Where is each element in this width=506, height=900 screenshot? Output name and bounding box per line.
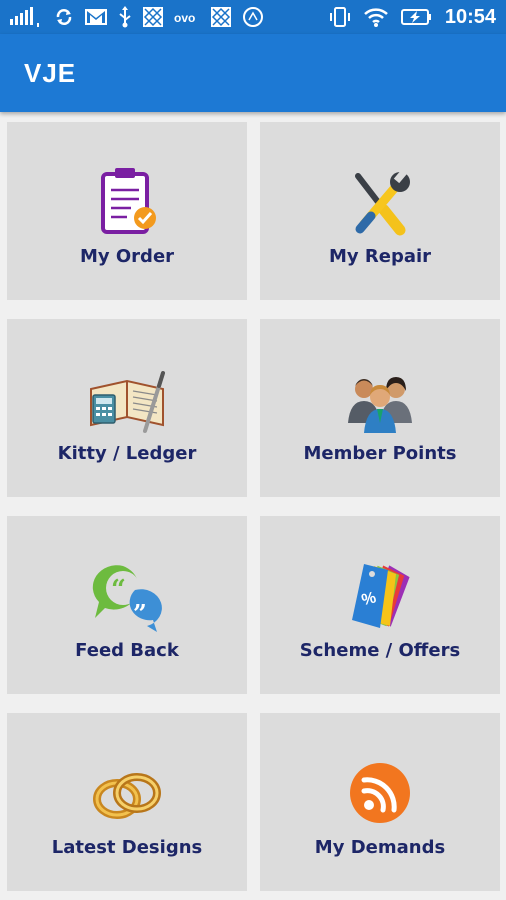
member-points-label: Member Points <box>303 443 457 464</box>
latest-designs-label: Latest Designs <box>51 837 203 858</box>
members-group-icon <box>348 377 412 433</box>
my-demands-tile[interactable]: My Demands <box>260 713 500 891</box>
svg-text:”: ” <box>133 599 147 628</box>
scheme-offers-tile[interactable]: % Scheme / Offers <box>260 516 500 694</box>
vibrate-icon <box>329 7 350 27</box>
app-icon <box>143 7 163 27</box>
clipboard-check-icon <box>101 168 156 234</box>
svg-text:“: “ <box>111 575 126 605</box>
my-repair-label: My Repair <box>328 246 432 267</box>
status-bar-left-icons: ovo <box>10 6 264 28</box>
rss-feed-icon <box>350 763 410 823</box>
feed-back-tile[interactable]: “ ” Feed Back <box>7 516 247 694</box>
status-bar: ovo 10:54 <box>0 0 506 34</box>
my-order-label: My Order <box>79 246 175 267</box>
member-points-tile[interactable]: Member Points <box>260 319 500 497</box>
ledger-book-icon <box>90 371 165 433</box>
app-title: VJE <box>24 58 77 88</box>
feedback-chat-icon: “ ” <box>92 565 162 632</box>
wifi-icon <box>363 8 388 27</box>
status-bar-time: 10:54 <box>444 5 496 28</box>
my-repair-tile[interactable]: My Repair <box>260 122 500 300</box>
scheme-offers-label: Scheme / Offers <box>299 640 461 661</box>
app-bar: VJE <box>0 34 506 112</box>
gold-rings-icon <box>93 773 161 819</box>
app-icon <box>211 7 231 27</box>
latest-designs-tile[interactable]: Latest Designs <box>7 713 247 891</box>
tools-icon <box>355 169 410 236</box>
sync-icon <box>56 9 72 25</box>
usb-icon <box>119 6 131 28</box>
my-order-tile[interactable]: My Order <box>7 122 247 300</box>
battery-charging-icon <box>400 9 431 25</box>
my-demands-label: My Demands <box>314 837 446 858</box>
kitty-ledger-tile[interactable]: Kitty / Ledger <box>7 319 247 497</box>
ovo-icon: ovo <box>174 11 195 24</box>
offer-tags-icon: % <box>352 564 410 628</box>
svg-text:ovo: ovo <box>174 11 195 24</box>
gmail-icon <box>85 9 107 25</box>
kitty-ledger-label: Kitty / Ledger <box>57 443 197 464</box>
status-bar-right-icons: 10:54 <box>329 4 496 30</box>
clock-app-icon <box>243 7 263 27</box>
feed-back-label: Feed Back <box>75 640 179 661</box>
signal-icon <box>10 7 39 27</box>
